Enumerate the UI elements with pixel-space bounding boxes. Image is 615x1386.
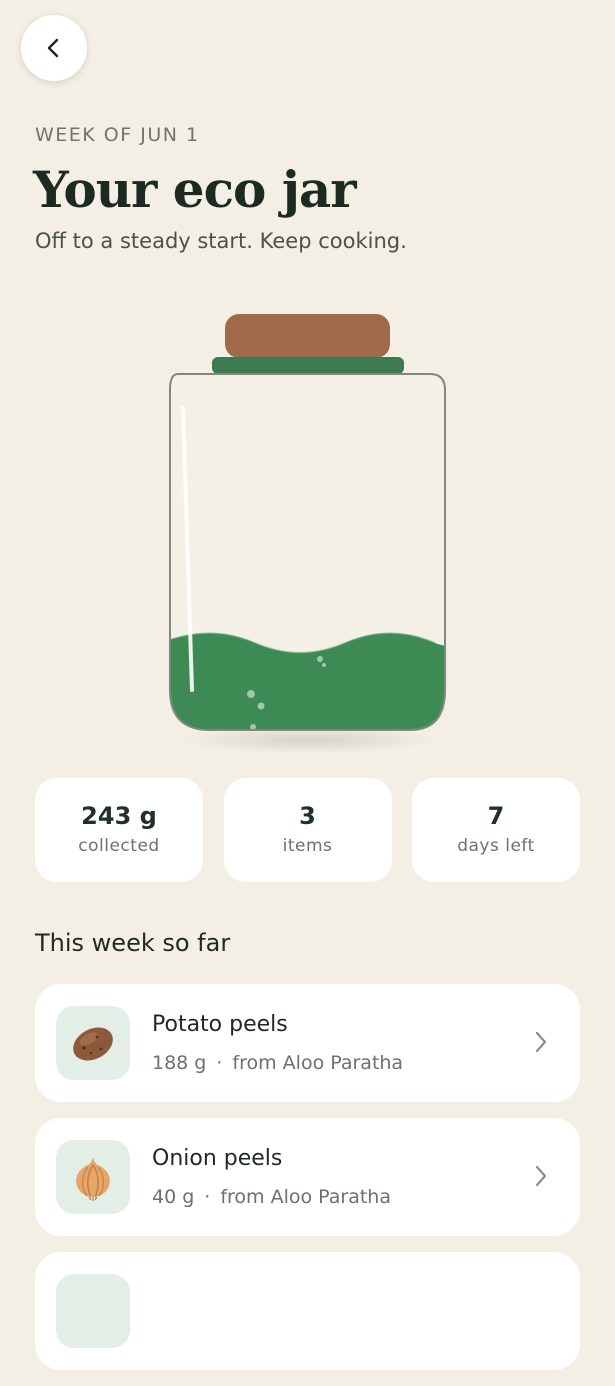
page-subtitle: Off to a steady start. Keep cooking. — [35, 229, 407, 253]
item-meta: 40 g · from Aloo Paratha — [152, 1186, 391, 1208]
item-thumbnail — [56, 1140, 130, 1214]
list-item-partial[interactable] — [35, 1252, 580, 1370]
chevron-right-icon — [535, 1031, 547, 1053]
list-item-onion-peels[interactable]: Onion peels 40 g · from Aloo Paratha — [35, 1118, 580, 1236]
item-weight: 40 g — [152, 1186, 195, 1208]
eco-jar-illustration — [140, 300, 480, 770]
meta-separator: · — [204, 1186, 211, 1208]
item-name: Potato peels — [152, 1012, 288, 1037]
back-button[interactable] — [21, 15, 87, 81]
page-title: Your eco jar — [33, 160, 357, 219]
jar-lid — [225, 314, 390, 358]
stat-items: 3 items — [223, 778, 392, 882]
stat-label: days left — [457, 836, 535, 856]
stat-value: 243 g — [81, 802, 157, 830]
stats-row: 243 g collected 3 items 7 days left — [35, 778, 580, 882]
chevron-left-icon — [47, 38, 59, 58]
item-source: from Aloo Paratha — [232, 1052, 404, 1074]
item-weight: 188 g — [152, 1052, 207, 1074]
item-thumbnail — [56, 1274, 130, 1348]
stat-value: 3 — [299, 802, 316, 830]
item-source: from Aloo Paratha — [220, 1186, 391, 1208]
item-thumbnail — [56, 1006, 130, 1080]
week-items-list: Potato peels 188 g · from Aloo Paratha Oni… — [35, 984, 580, 1386]
item-meta: 188 g · from Aloo Paratha — [152, 1052, 403, 1074]
item-name: Onion peels — [152, 1146, 283, 1171]
section-title: This week so far — [35, 929, 231, 957]
jar-band — [212, 357, 404, 374]
week-label: WEEK OF JUN 1 — [35, 124, 200, 146]
list-item-potato-peels[interactable]: Potato peels 188 g · from Aloo Paratha — [35, 984, 580, 1102]
chevron-right-icon — [535, 1165, 547, 1187]
potato-icon — [73, 1027, 113, 1061]
meta-separator: · — [216, 1052, 223, 1074]
stat-label: collected — [78, 836, 160, 856]
stat-days-left: 7 days left — [412, 778, 580, 882]
onion-icon — [76, 1157, 110, 1201]
stat-label: items — [282, 836, 333, 856]
stat-collected: 243 g collected — [35, 778, 203, 882]
stat-value: 7 — [487, 802, 505, 830]
